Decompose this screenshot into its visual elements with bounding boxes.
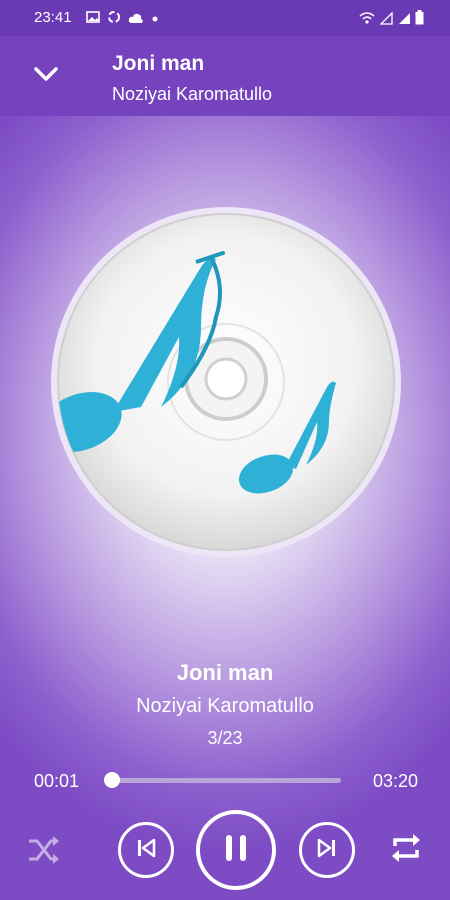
shuffle-icon [27,835,61,870]
repeat-button[interactable] [384,828,428,872]
signal-icon [397,11,411,29]
status-time: 23:41 [34,9,72,26]
battery-icon [415,10,424,29]
play-pause-button[interactable] [196,810,276,890]
track-position: 3/23 [207,728,243,748]
image-icon [86,10,100,28]
total-time: 03:20 [372,771,418,791]
elapsed-time: 00:01 [34,771,80,791]
repeat-icon [389,832,423,869]
seek-bar[interactable] [104,772,341,788]
header-title: Joni man [112,52,205,75]
shuffle-button[interactable] [22,830,66,874]
chevron-down-icon [33,66,59,87]
skip-next-icon [316,837,338,864]
wifi-icon [359,11,375,29]
song-artist: Noziyai Karomatullo [136,695,314,717]
cloud-icon [128,11,144,28]
previous-button[interactable] [118,822,174,878]
next-button[interactable] [299,822,355,878]
dot-icon [150,11,160,28]
song-title: Joni man [176,660,274,685]
pause-icon [223,833,249,868]
skip-previous-icon [135,837,157,864]
header-subtitle: Noziyai Karomatullo [112,84,273,104]
collapse-button[interactable] [26,56,66,96]
player-header: Joni man Noziyai Karomatullo [0,36,450,116]
seek-bar-thumb[interactable] [104,772,121,788]
album-art [51,207,401,557]
sync-icon [106,9,122,29]
status-bar: 23:41 [0,0,450,36]
signal-icon [379,10,393,29]
